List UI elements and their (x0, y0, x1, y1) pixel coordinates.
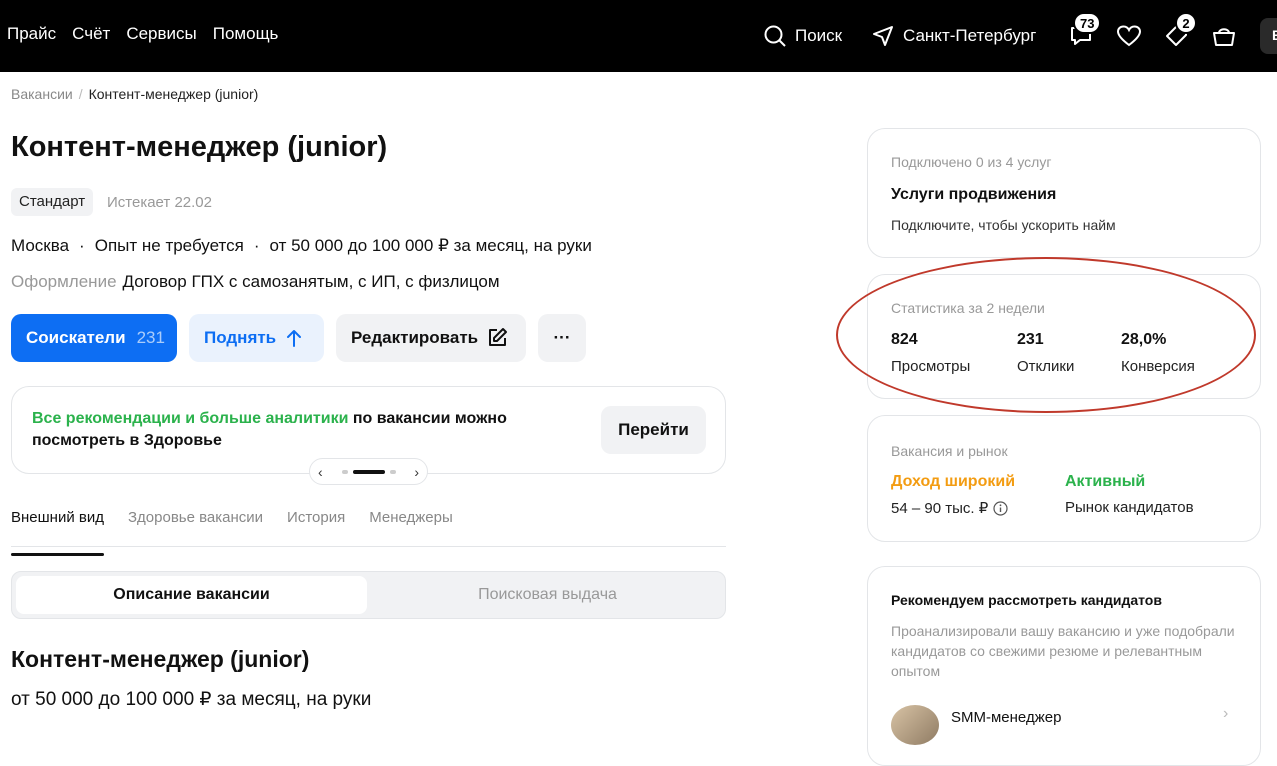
stats-card: Статистика за 2 недели 824 Просмотры 231… (867, 274, 1261, 399)
promo-pager: ‹ › (309, 458, 428, 485)
income-label: Доход широкий (891, 473, 1016, 490)
city-label: Санкт-Петербург (903, 26, 1037, 45)
preview-title: Контент-менеджер (junior) (11, 646, 310, 672)
employment-form: Оформление Договор ГПХ с самозанятым, с И… (11, 272, 500, 292)
tab-history[interactable]: История (287, 509, 345, 546)
city-selector[interactable]: Санкт-Петербург (871, 0, 1036, 72)
pager-prev-icon[interactable]: ‹ (318, 464, 323, 480)
candidates-count: 231 (136, 328, 165, 347)
favorites-button[interactable] (1116, 0, 1142, 72)
pager-dots (341, 469, 396, 474)
main-nav: Прайс Счёт Сервисы Помощь (7, 24, 278, 44)
tariff-badge: Стандарт (11, 188, 94, 216)
stat-responses-label: Отклики (1017, 358, 1075, 375)
basket-icon (1213, 28, 1235, 46)
pager-dot[interactable] (341, 469, 348, 474)
income-range: 54 – 90 тыс. ₽ (891, 499, 1015, 517)
edit-button[interactable]: Редактировать (336, 314, 526, 362)
market-activity: Активный Рынок кандидатов (1065, 473, 1194, 516)
activity-label: Активный (1065, 473, 1146, 490)
top-navbar: Прайс Счёт Сервисы Помощь Поиск Санкт-Пе… (0, 0, 1277, 72)
stats-title: Статистика за 2 недели (891, 300, 1045, 316)
tab-appearance[interactable]: Внешний вид (11, 509, 104, 556)
stat-conversion-label: Конверсия (1121, 358, 1195, 375)
location-arrow-icon (873, 26, 893, 46)
tab-health[interactable]: Здоровье вакансии (128, 509, 263, 546)
orders-button[interactable] (1164, 0, 1190, 72)
candidate-avatar (891, 705, 939, 745)
breadcrumb-current: Контент-менеджер (junior) (88, 86, 259, 102)
employment-form-value: Договор ГПХ с самозанятым, с ИП, с физли… (122, 272, 500, 291)
promo-text: Все рекомендации и больше аналитики по в… (32, 408, 572, 452)
vacancy-salary: от 50 000 до 100 000 ₽ за месяц, на руки (269, 236, 592, 255)
page-title: Контент-менеджер (junior) (11, 131, 388, 163)
employment-form-label: Оформление (11, 272, 117, 291)
search-icon (764, 25, 786, 47)
heart-icon (1116, 25, 1142, 47)
arrow-up-icon (287, 330, 302, 347)
candidate-role[interactable]: SMM-менеджер (951, 709, 1061, 726)
pencil-icon (489, 328, 508, 346)
recommend-card: Рекомендуем рассмотреть кандидатов Проан… (867, 566, 1261, 766)
nav-price[interactable]: Прайс (7, 24, 56, 44)
description-toggle[interactable]: Описание вакансии (16, 576, 367, 614)
messages-count-badge: 73 (1073, 12, 1102, 34)
raise-button[interactable]: Поднять (189, 314, 324, 362)
activity-value: Рынок кандидатов (1065, 499, 1194, 516)
income-value: 54 – 90 тыс. ₽ (891, 500, 989, 517)
tab-managers[interactable]: Менеджеры (369, 509, 453, 546)
vacancy-tabs: Внешний вид Здоровье вакансии История Ме… (11, 509, 726, 556)
stat-views-label: Просмотры (891, 358, 971, 375)
view-switch: Описание вакансии Поисковая выдача (11, 571, 726, 619)
profile-button[interactable]: Е (1260, 18, 1277, 54)
nav-account[interactable]: Счёт (72, 24, 110, 44)
preview-salary: от 50 000 до 100 000 ₽ за месяц, на руки (11, 689, 372, 710)
promotion-subtitle: Подключено 0 из 4 услуг (891, 154, 1052, 170)
search-link[interactable]: Поиск (763, 0, 842, 72)
chevron-right-icon[interactable]: › (1223, 705, 1228, 723)
stat-responses: 231 Отклики (1017, 331, 1074, 375)
search-label: Поиск (795, 26, 843, 45)
messages-button[interactable] (1068, 0, 1094, 72)
market-title: Вакансия и рынок (891, 443, 1008, 459)
promotion-card[interactable]: Подключено 0 из 4 услуг Услуги продвижен… (867, 128, 1261, 258)
stat-views: 824 Просмотры (891, 331, 970, 375)
breadcrumb-root[interactable]: Вакансии (11, 86, 73, 102)
nav-help[interactable]: Помощь (213, 24, 279, 44)
more-button[interactable]: ··· (538, 314, 586, 362)
raise-label: Поднять (204, 328, 277, 347)
market-income: Доход широкий 54 – 90 тыс. ₽ (891, 473, 1015, 517)
stat-conversion-value: 28,0% (1121, 331, 1167, 348)
recommend-title: Рекомендуем рассмотреть кандидатов (891, 592, 1162, 608)
market-card[interactable]: Вакансия и рынок Доход широкий 54 – 90 т… (867, 415, 1261, 542)
expiry-text: Истекает 22.02 (107, 194, 212, 211)
edit-label: Редактировать (351, 328, 479, 347)
info-icon[interactable] (993, 500, 1008, 516)
nav-services[interactable]: Сервисы (126, 24, 196, 44)
search-results-toggle[interactable]: Поисковая выдача (372, 576, 723, 614)
go-button[interactable]: Перейти (601, 406, 706, 454)
breadcrumb-separator: / (78, 86, 83, 102)
stat-views-value: 824 (891, 331, 918, 348)
candidates-button[interactable]: Соискатели 231 (11, 314, 177, 362)
breadcrumb: Вакансии / Контент-менеджер (junior) (11, 86, 258, 102)
orders-count-badge: 2 (1175, 12, 1197, 34)
promo-highlight: Все рекомендации и больше аналитики (32, 410, 349, 427)
vacancy-experience: Опыт не требуется (94, 236, 244, 255)
pager-next-icon[interactable]: › (414, 464, 419, 480)
vacancy-meta: Москва · Опыт не требуется · от 50 000 д… (11, 236, 592, 256)
recommend-description: Проанализировали вашу вакансию и уже под… (891, 623, 1235, 679)
pager-dot-active (352, 469, 385, 474)
meta-separator: · (79, 236, 85, 255)
stat-responses-value: 231 (1017, 331, 1044, 348)
vacancy-city: Москва (11, 236, 70, 255)
pager-dot[interactable] (389, 469, 396, 474)
meta-separator: · (253, 236, 260, 255)
promotion-title: Услуги продвижения (891, 186, 1057, 203)
stat-conversion: 28,0% Конверсия (1121, 331, 1195, 375)
promotion-description: Подключите, чтобы ускорить найм (891, 217, 1116, 233)
cart-button[interactable] (1211, 0, 1237, 72)
candidates-label: Соискатели (26, 328, 126, 347)
